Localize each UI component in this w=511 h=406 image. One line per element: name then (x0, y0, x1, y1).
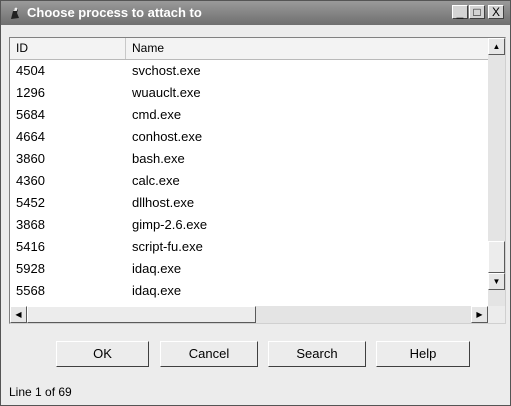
table-row[interactable]: 3860 bash.exe (10, 148, 488, 170)
process-id: 5452 (16, 195, 45, 210)
status-line: Line 1 of 69 (9, 385, 72, 399)
scroll-up-icon[interactable]: ▲ (488, 38, 505, 55)
choose-process-dialog: Choose process to attach to _ □ X ID Nam… (0, 0, 511, 406)
process-name: gimp-2.6.exe (132, 217, 208, 232)
process-id: 4504 (16, 63, 45, 78)
process-name: wuauclt.exe (132, 85, 201, 100)
column-header-name[interactable]: Name (126, 38, 488, 59)
vertical-scrollbar[interactable]: ▲ ▼ (488, 38, 505, 306)
scroll-right-icon[interactable]: ▶ (471, 306, 488, 323)
process-id: 5928 (16, 261, 45, 276)
process-id: 4360 (16, 173, 45, 188)
horizontal-scrollbar[interactable]: ◀ ▶ (10, 306, 488, 323)
ok-button[interactable]: OK (56, 341, 149, 367)
table-row[interactable]: 4664 conhost.exe (10, 126, 488, 148)
maximize-button[interactable]: □ (469, 5, 485, 19)
table-row[interactable]: 5452 dllhost.exe (10, 192, 488, 214)
table-row[interactable]: 1296 wuauclt.exe (10, 82, 488, 104)
table-row[interactable]: 5684 cmd.exe (10, 104, 488, 126)
table-row[interactable]: 4360 calc.exe (10, 170, 488, 192)
process-id: 4664 (16, 129, 45, 144)
search-button[interactable]: Search (268, 341, 366, 367)
scroll-left-icon[interactable]: ◀ (10, 306, 27, 323)
table-row[interactable]: 5568 idaq.exe (10, 280, 488, 302)
title-bar[interactable]: Choose process to attach to _ □ X (1, 1, 510, 25)
window-title: Choose process to attach to (27, 5, 202, 20)
help-button[interactable]: Help (376, 341, 470, 367)
vertical-scroll-thumb[interactable] (488, 241, 505, 273)
table-row[interactable]: 5416 script-fu.exe (10, 236, 488, 258)
scroll-down-icon[interactable]: ▼ (488, 273, 505, 290)
process-name: conhost.exe (132, 129, 203, 144)
process-name: bash.exe (132, 151, 185, 166)
process-id: 5568 (16, 283, 45, 298)
app-icon (11, 7, 19, 19)
scrollbar-corner (488, 306, 505, 323)
process-id: 3860 (16, 151, 45, 166)
process-name: idaq.exe (132, 261, 182, 276)
process-name: dllhost.exe (132, 195, 195, 210)
process-name: svchost.exe (132, 63, 201, 78)
process-id: 5416 (16, 239, 45, 254)
process-id: 3868 (16, 217, 45, 232)
process-id: 1296 (16, 85, 45, 100)
process-name: calc.exe (132, 173, 180, 188)
table-row[interactable]: 5928 idaq.exe (10, 258, 488, 280)
minimize-button[interactable]: _ (452, 5, 468, 19)
table-row[interactable]: 4504 svchost.exe (10, 60, 488, 82)
horizontal-scroll-thumb[interactable] (27, 306, 256, 323)
cancel-button[interactable]: Cancel (160, 341, 258, 367)
list-header: ID Name (10, 38, 488, 60)
process-id: 5684 (16, 107, 45, 122)
process-name: idaq.exe (132, 283, 182, 298)
column-header-id[interactable]: ID (10, 38, 126, 59)
close-button[interactable]: X (488, 5, 504, 19)
process-name: script-fu.exe (132, 239, 203, 254)
process-name: cmd.exe (132, 107, 182, 122)
table-row[interactable]: 3868 gimp-2.6.exe (10, 214, 488, 236)
process-list[interactable]: ID Name 4504 svchost.exe 1296 wuauclt.exe 56… (9, 37, 506, 324)
